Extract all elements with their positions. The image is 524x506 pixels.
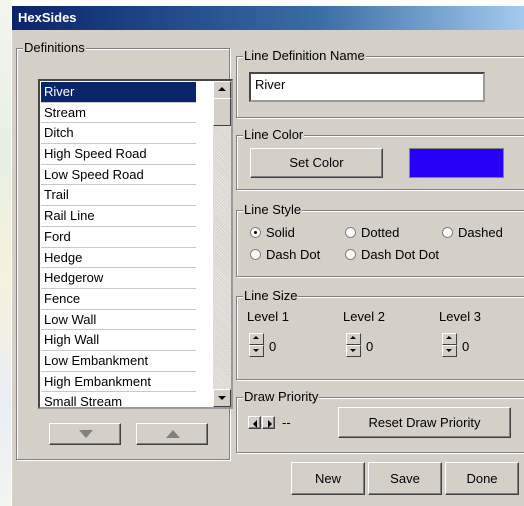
list-item[interactable]: Rail Line [41,206,196,227]
list-item[interactable]: River [41,82,196,103]
list-item[interactable]: Trail [41,185,196,207]
draw-priority-value: -- [282,415,291,430]
spin-up-icon [350,336,356,339]
radio-dashed[interactable]: Dashed [442,225,503,240]
radio-dash-dot[interactable]: Dash Dot [250,247,320,262]
level-3-spinner[interactable] [442,333,457,357]
scroll-down-button[interactable] [213,389,231,407]
list-item[interactable]: Low Embankment [41,351,196,372]
radio-label: Solid [266,225,295,240]
move-up-button[interactable] [136,423,208,445]
spin-up-icon [253,336,259,339]
window-title: HexSides [18,10,77,25]
level-1-spinner[interactable] [249,333,264,357]
new-button[interactable]: New [291,462,365,495]
priority-left-button[interactable] [248,416,261,429]
line-definition-name-input[interactable]: River [249,72,485,102]
radio-dot [442,227,453,238]
set-color-button[interactable]: Set Color [250,148,383,178]
definitions-legend: Definitions [23,40,86,55]
radio-dot [345,249,356,260]
radio-label: Dash Dot Dot [361,247,440,262]
list-scrollbar[interactable] [213,81,231,407]
radio-dot [250,227,261,238]
level-3-value: 0 [462,339,470,354]
radio-dot [250,249,261,260]
radio-dotted[interactable]: Dotted [345,225,399,240]
move-down-button[interactable] [49,423,121,445]
spin-up-button[interactable] [346,333,361,345]
level-2-label: Level 2 [343,309,385,324]
radio-dash-dot-dot[interactable]: Dash Dot Dot [345,247,439,262]
spin-down-icon [253,349,259,352]
radio-label: Dotted [361,225,400,240]
list-item[interactable]: High Speed Road [41,144,196,165]
draw-priority-legend: Draw Priority [243,389,320,404]
save-button[interactable]: Save [368,462,442,495]
list-item[interactable]: Fence [41,289,196,310]
list-item[interactable]: Hedge [41,248,196,269]
list-item[interactable]: Hedgerow [41,268,196,289]
line-style-group: Line Style [236,203,524,277]
level-2-value: 0 [366,339,374,354]
level-2-spinner[interactable] [346,333,361,357]
list-item[interactable]: Ditch [41,123,196,145]
spin-up-icon [446,336,452,339]
level-1-value: 0 [269,339,277,354]
spin-down-icon [350,349,356,352]
list-item[interactable]: Stream [41,103,196,124]
hexsides-dialog: HexSides Definitions River Stream Ditch Hig… [11,6,524,506]
arrow-right-icon [268,420,272,428]
level-3-label: Level 3 [439,309,481,324]
spin-down-button[interactable] [249,345,264,357]
line-color-legend: Line Color [243,127,305,142]
spin-down-button[interactable] [346,345,361,357]
scroll-thumb[interactable] [213,98,231,126]
spin-up-button[interactable] [249,333,264,345]
list-item[interactable]: Small Stream [41,392,196,407]
list-item[interactable]: High Wall [41,330,196,351]
arrow-left-icon [253,420,257,428]
spin-down-button[interactable] [442,345,457,357]
done-button[interactable]: Done [445,462,519,495]
arrow-up-icon [166,430,180,438]
level-1-label: Level 1 [247,309,289,324]
radio-solid[interactable]: Solid [250,225,295,240]
list-item[interactable]: Ford [41,227,196,248]
title-bar[interactable]: HexSides [12,6,524,30]
definitions-list[interactable]: River Stream Ditch High Speed Road Low Speed… [38,79,233,409]
spin-up-button[interactable] [442,333,457,345]
scroll-up-icon [218,87,226,91]
reset-draw-priority-button[interactable]: Reset Draw Priority [338,407,511,438]
arrow-down-icon [79,430,93,438]
spin-down-icon [446,349,452,352]
radio-label: Dashed [458,225,503,240]
line-style-legend: Line Style [243,202,303,217]
scroll-down-icon [218,396,226,400]
line-definition-name-legend: Line Definition Name [243,48,366,63]
list-item[interactable]: Low Speed Road [41,165,196,186]
list-item[interactable]: Low Wall [41,310,196,331]
radio-dot [345,227,356,238]
color-swatch [409,148,504,178]
list-item[interactable]: High Embankment [41,372,196,393]
scroll-up-button[interactable] [213,81,231,99]
radio-label: Dash Dot [266,247,321,262]
line-size-legend: Line Size [243,288,299,303]
priority-right-button[interactable] [262,416,275,429]
